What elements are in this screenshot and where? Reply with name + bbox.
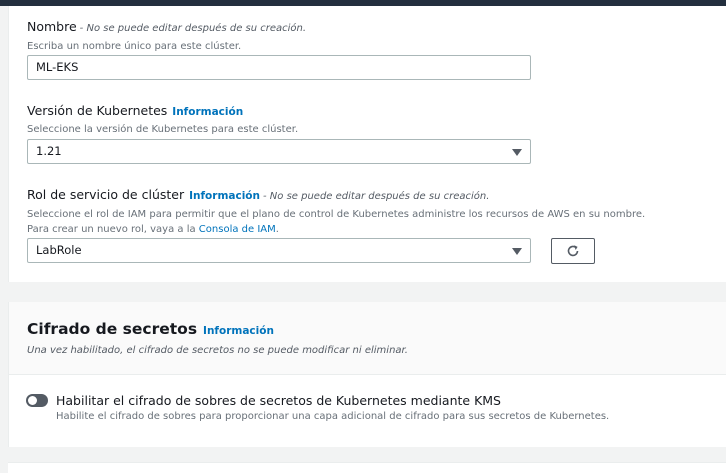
refresh-roles-button[interactable]: [551, 238, 595, 264]
version-selected-value: 1.21: [36, 144, 62, 158]
secrets-info-link[interactable]: Información: [203, 325, 274, 337]
cluster-name-input[interactable]: ML-EKS: [27, 55, 531, 80]
secrets-encryption-panel: Cifrado de secretos Información Una vez h…: [8, 302, 726, 447]
refresh-icon: [567, 245, 579, 257]
kms-encryption-toggle[interactable]: [26, 394, 48, 407]
role-info-link[interactable]: Información: [189, 190, 260, 202]
name-note: - No se puede editar después de su creac…: [79, 23, 307, 34]
caret-down-icon: [512, 149, 522, 156]
role-description: Seleccione el rol de IAM para permitir q…: [27, 209, 646, 220]
role-selected-value: LabRole: [36, 243, 82, 257]
next-panel: [8, 462, 726, 473]
service-role-select[interactable]: LabRole: [27, 238, 531, 263]
role-note: - No se puede editar después de su creac…: [263, 191, 490, 202]
kms-toggle-label[interactable]: Habilitar el cifrado de sobres de secret…: [56, 393, 501, 408]
role-label-text: Rol de servicio de clúster: [27, 187, 185, 202]
toggle-knob: [28, 396, 37, 405]
version-label: Versión de Kubernetes Información: [27, 103, 298, 120]
kms-toggle-description: Habilite el cifrado de sobres para propo…: [56, 411, 610, 422]
name-field-header: Nombre - No se puede editar después de su…: [27, 19, 306, 54]
role-create-suffix: .: [275, 224, 279, 235]
iam-console-link[interactable]: Consola de IAM: [199, 224, 276, 235]
role-create-hint: Para crear un nuevo rol, vaya a la Conso…: [27, 222, 645, 237]
kubernetes-version-select[interactable]: 1.21: [27, 139, 531, 164]
name-description: Escriba un nombre único para este clúste…: [27, 41, 242, 52]
secrets-title-text: Cifrado de secretos: [27, 320, 198, 338]
version-field-header: Versión de Kubernetes Información Selecci…: [27, 103, 298, 137]
secrets-description: Una vez habilitado, el cifrado de secret…: [27, 345, 408, 356]
role-create-prefix: Para crear un nuevo rol, vaya a la: [27, 224, 199, 235]
name-label-text: Nombre: [27, 19, 77, 34]
version-label-text: Versión de Kubernetes: [27, 103, 168, 118]
name-label: Nombre - No se puede editar después de su…: [27, 19, 306, 37]
cluster-config-panel: Nombre - No se puede editar después de su…: [8, 6, 726, 282]
version-description: Seleccione la versión de Kubernetes para…: [27, 124, 299, 135]
role-label: Rol de servicio de clúster Información - N…: [27, 187, 645, 205]
caret-down-icon: [512, 248, 522, 255]
secrets-encryption-title: Cifrado de secretos Información: [27, 320, 274, 338]
secrets-encryption-header: Cifrado de secretos Información Una vez h…: [9, 302, 726, 375]
role-field-header: Rol de servicio de clúster Información - N…: [27, 187, 645, 237]
version-info-link[interactable]: Información: [172, 106, 243, 118]
